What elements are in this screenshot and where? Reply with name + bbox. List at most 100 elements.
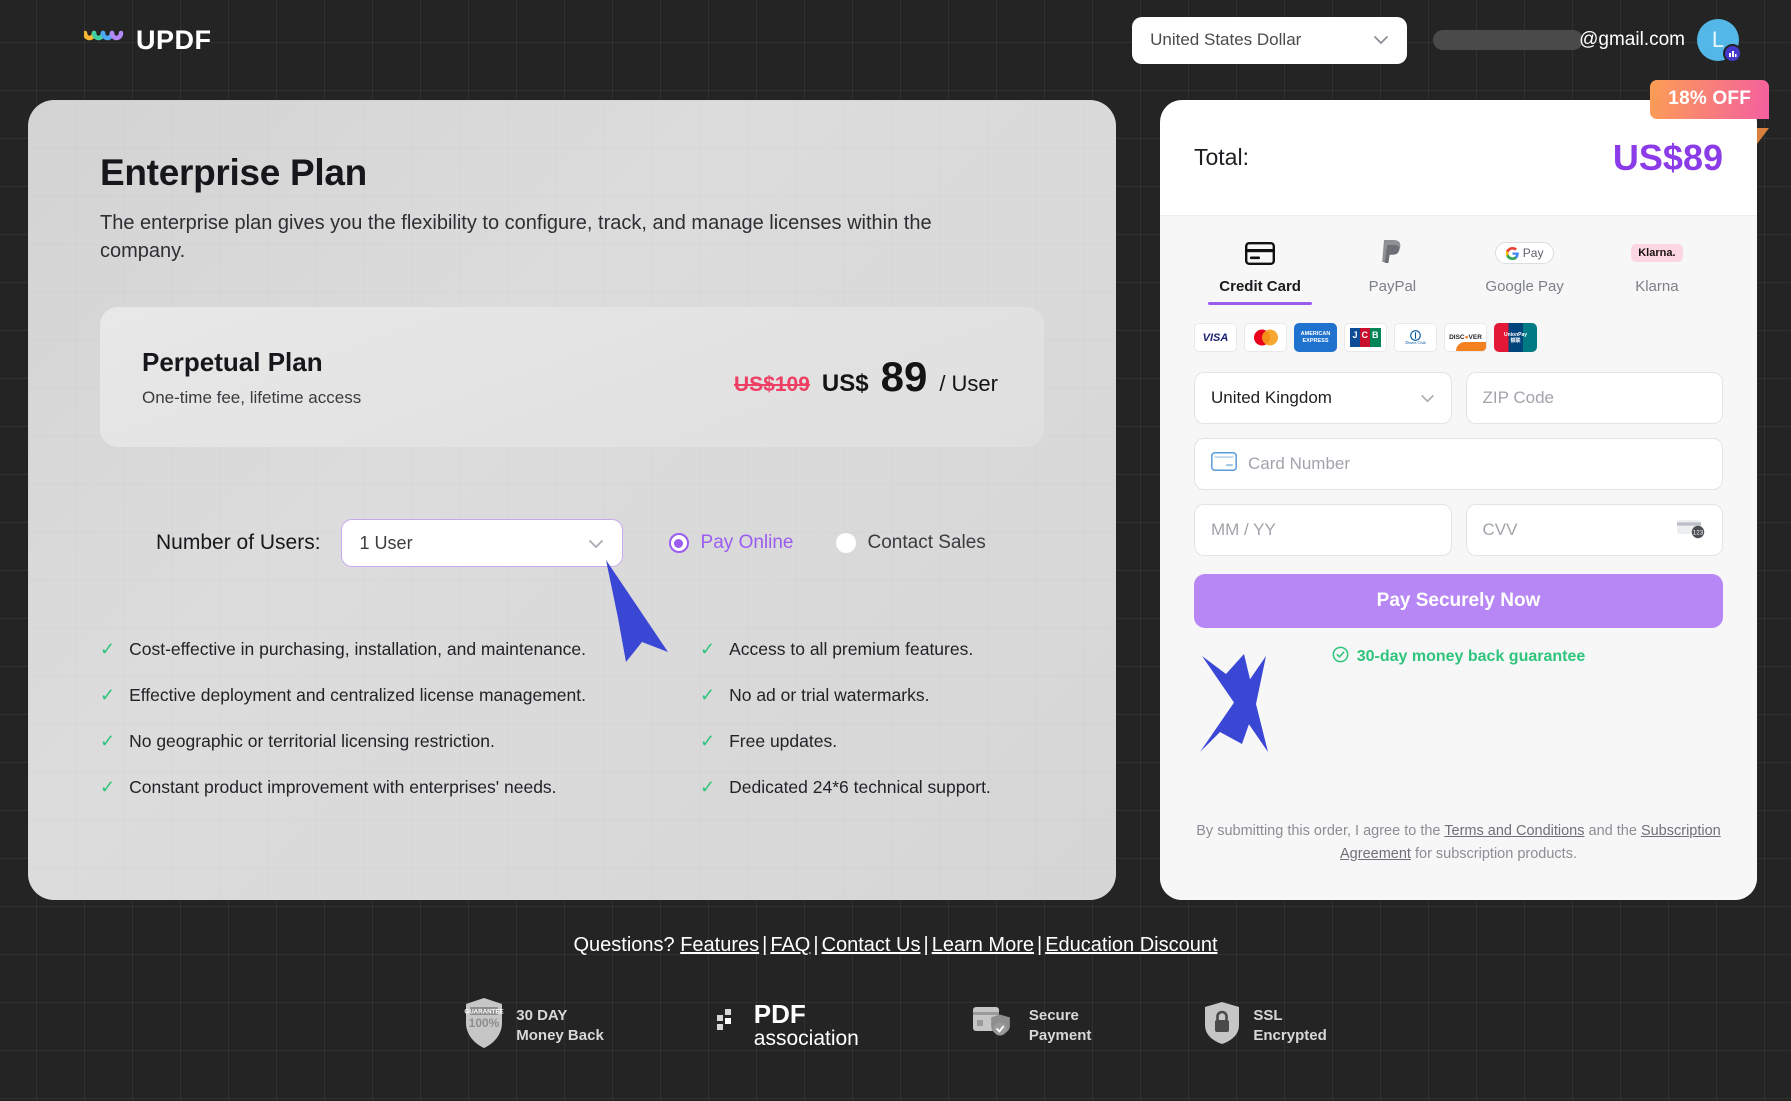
enterprise-plan-card: Enterprise Plan The enterprise plan give… [28,100,1116,900]
unionpay-icon: UnionPay 银联 [1494,323,1537,352]
guarantee-shield-icon: GUARANTEE 100% [464,997,504,1054]
feature-item: ✓ Access to all premium features. [700,639,1044,685]
trust-line-1: PDF [753,998,806,1029]
country-select[interactable]: United Kingdom [1194,372,1452,424]
shield-check-icon [1332,646,1349,668]
discount-badge: 18% OFF [1650,80,1769,119]
check-icon: ✓ [100,685,116,706]
check-icon: ✓ [700,731,716,752]
credit-card-icon [1245,238,1276,268]
currency-select[interactable]: United States Dollar [1132,16,1408,64]
brand-logo[interactable]: UPDF [82,24,212,56]
feature-text: Cost-effective in purchasing, installati… [129,639,586,660]
card-number-field[interactable]: Card Number [1194,438,1723,490]
payment-form: Credit Card PayPal Pay Google Pay Klarna… [1160,216,1757,900]
radio-pay-online-label: Pay Online [700,532,794,554]
brand-name: UPDF [136,24,212,55]
footer-link-education-discount[interactable]: Education Discount [1045,934,1217,956]
feature-text: Constant product improvement with enterp… [129,777,557,798]
perpetual-plan-row[interactable]: Perpetual Plan One-time fee, lifetime ac… [100,307,1044,448]
svg-text:123: 123 [1693,529,1704,536]
trust-line-2: Money Back [516,1026,604,1044]
perpetual-plan-price: US$109 US$ 89 / User [734,353,998,401]
trust-badge-money-back: GUARANTEE 100% 30 DAY Money Back [464,997,604,1054]
trust-line-2: Payment [1028,1026,1092,1044]
tab-paypal[interactable]: PayPal [1326,238,1458,305]
trust-badge-text: SSL Encrypted [1253,1006,1326,1045]
user-email: @gmail.com [1433,29,1685,51]
trust-badge-pdf-association: PDF association [716,998,859,1050]
radio-contact-sales[interactable]: Contact Sales [835,532,986,554]
price-currency: US$ [821,370,869,398]
expiry-field[interactable]: MM / YY [1194,504,1452,556]
header-right-group: United States Dollar @gmail.com L [1132,16,1742,64]
trust-badge-text: PDF association [753,998,859,1050]
footer-link-learn-more[interactable]: Learn More [932,934,1034,956]
trust-line-2: Encrypted [1253,1026,1327,1044]
trust-badge-text: Secure Payment [1029,1006,1092,1045]
price-amount: 89 [880,353,928,401]
footer-link-features[interactable]: Features [680,934,759,956]
footer-link-contact-us[interactable]: Contact Us [822,934,921,956]
radio-selected-icon [668,533,689,554]
pay-securely-now-button[interactable]: Pay Securely Now [1194,574,1723,628]
cvv-hint-icon: 123 [1676,517,1706,544]
tab-klarna-label: Klarna [1635,278,1679,295]
radio-unselected-icon [835,533,856,554]
feature-text: No ad or trial watermarks. [729,685,930,706]
tab-klarna[interactable]: Klarna. Klarna [1591,238,1723,305]
tab-google-pay[interactable]: Pay Google Pay [1459,238,1591,305]
purchase-mode-radios: Pay Online Contact Sales [668,532,986,554]
zip-code-field[interactable]: ZIP Code [1465,372,1723,424]
footer-separator: | [813,934,819,956]
page-header: UPDF United States Dollar @gmail.com L [0,0,1791,80]
terms-and-conditions-link[interactable]: Terms and Conditions [1444,823,1584,839]
chevron-down-icon [1373,30,1389,50]
perpetual-plan-desc: One-time fee, lifetime access [142,387,362,407]
secure-payment-icon [971,1003,1017,1048]
total-label: Total: [1194,144,1249,170]
feature-text: No geographic or territorial licensing r… [129,731,495,752]
feature-item: ✓ No ad or trial watermarks. [700,685,1044,731]
tab-credit-card[interactable]: Credit Card [1194,238,1326,305]
card-fields: United Kingdom ZIP Code Card Number MM /… [1194,372,1723,556]
radio-pay-online[interactable]: Pay Online [668,532,794,554]
cvv-field[interactable]: CVV 123 [1465,504,1723,556]
user-count-row: Number of Users: 1 User Pay Online Conta… [100,519,1044,568]
terms-middle: and the [1584,822,1641,839]
check-icon: ✓ [700,777,716,798]
footer-separator: | [923,934,929,956]
footer-separator: | [762,934,768,956]
number-of-users-label: Number of Users: [156,531,321,555]
check-icon: ✓ [700,685,716,706]
expiry-cvv-row: MM / YY CVV 123 [1194,504,1723,556]
shield-top-text: GUARANTEE [465,1008,504,1015]
updf-wave-icon [82,30,124,51]
chevron-down-icon [588,533,604,554]
discover-icon: DISC●VER [1444,323,1487,352]
feature-item: ✓ Effective deployment and centralized l… [100,685,700,731]
main-content: Enterprise Plan The enterprise plan give… [0,80,1791,900]
trust-badge-ssl-encrypted: SSL Encrypted [1203,1001,1327,1050]
trust-line-1: Secure [1028,1007,1079,1024]
feature-item: ✓ Dedicated 24*6 technical support. [700,777,1044,823]
number-of-users-select[interactable]: 1 User [340,519,623,568]
account-info[interactable]: @gmail.com L [1433,19,1742,63]
ssl-lock-icon [1203,1001,1241,1050]
trust-badges: GUARANTEE 100% 30 DAY Money Back PDF ass… [0,997,1791,1054]
page-title: Enterprise Plan [100,152,367,193]
money-back-guarantee: 30-day money back guarantee [1194,646,1723,668]
total-amount: US$89 [1612,136,1723,178]
footer-link-faq[interactable]: FAQ [770,934,810,956]
mastercard-icon [1244,323,1287,352]
avatar[interactable]: L [1697,19,1742,63]
check-icon: ✓ [700,639,716,660]
card-number-row: Card Number [1194,438,1723,490]
number-of-users-value: 1 User [359,532,413,553]
check-icon: ✓ [100,639,116,660]
feature-text: Dedicated 24*6 technical support. [729,777,991,798]
price-unit: / User [939,371,998,397]
footer-separator: | [1036,934,1043,956]
feature-text: Effective deployment and centralized lic… [129,685,586,706]
feature-text: Free updates. [729,731,838,752]
